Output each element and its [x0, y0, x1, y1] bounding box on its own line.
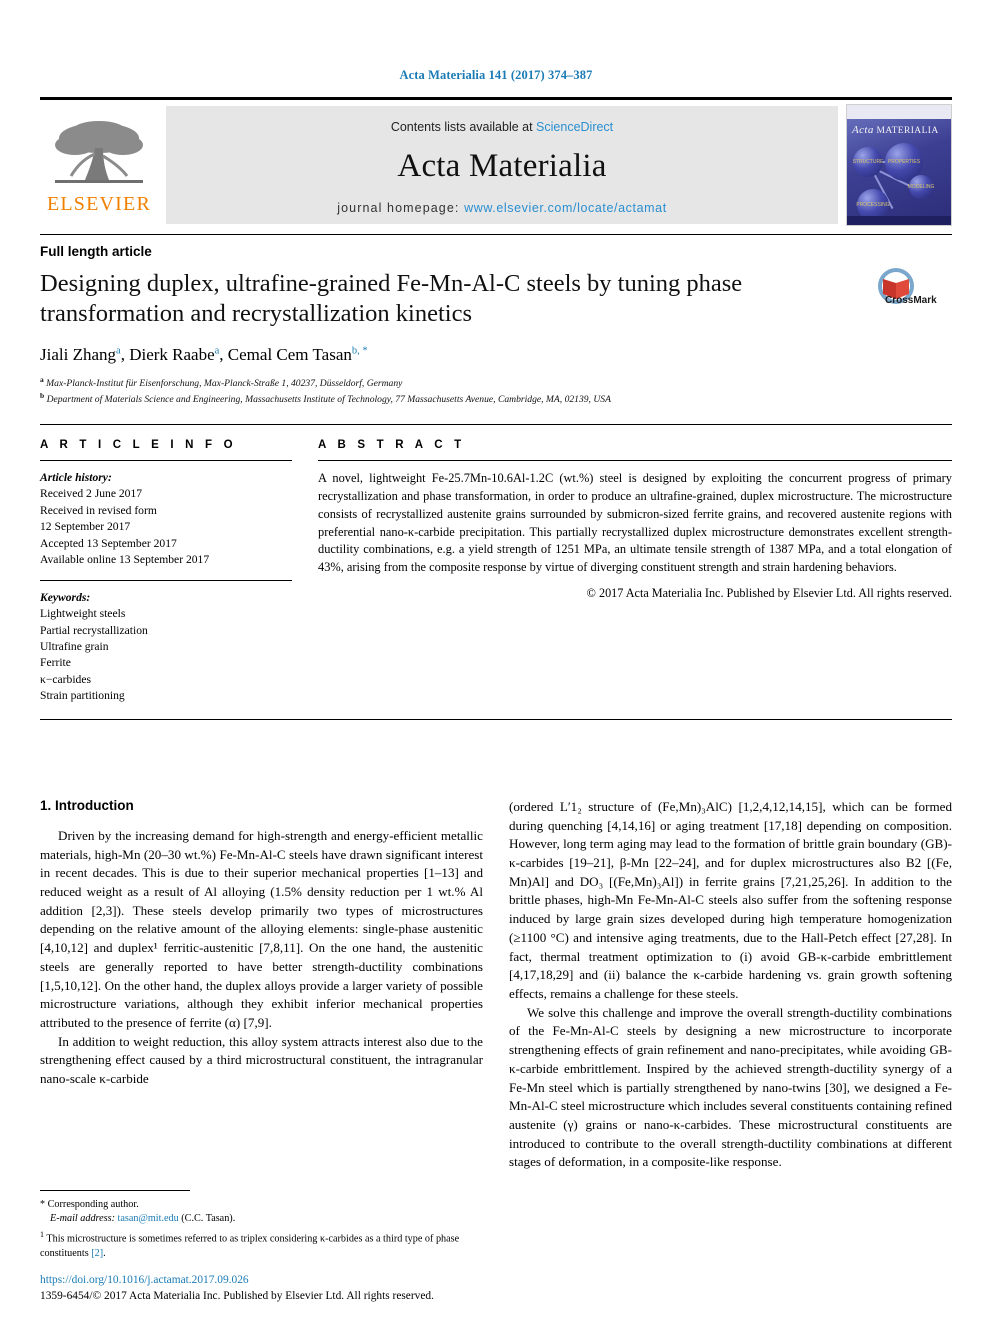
running-head: Acta Materialia 141 (2017) 374–387 [399, 68, 593, 82]
history-item: Accepted 13 September 2017 [40, 536, 177, 550]
page-title: Designing duplex, ultrafine-grained Fe-M… [40, 270, 743, 327]
author-affiliation-marker: a [214, 345, 220, 357]
footnote-divider [40, 1189, 190, 1191]
journal-homepage-link[interactable]: www.elsevier.com/locate/actamat [464, 201, 667, 215]
keyword-item: κ−carbides [40, 672, 92, 686]
abstract-column: A B S T R A C T A novel, lightweight Fe-… [318, 439, 952, 705]
divider [318, 459, 952, 461]
elsevier-wordmark: ELSEVIER [46, 193, 152, 215]
keyword-item: Ultrafine grain [40, 640, 109, 654]
cover-node: MODELING [908, 175, 934, 199]
affiliation-item: a Max-Planck-Institut für Eisenforschung… [40, 375, 952, 391]
title-block: Designing duplex, ultrafine-grained Fe-M… [40, 267, 952, 329]
paragraph: Driven by the increasing demand for high… [40, 827, 483, 1031]
cover-title-rest: MATERIALIA [876, 126, 939, 136]
doi-block: https://doi.org/10.1016/j.actamat.2017.0… [40, 1272, 540, 1305]
footnote-marker: 1 [40, 1229, 44, 1239]
contents-available-line: Contents lists available at ScienceDirec… [391, 120, 613, 134]
keyword-item: Ferrite [40, 656, 71, 670]
cover-bottom-strip [847, 216, 951, 225]
cover-title: Acta MATERIALIA [852, 124, 939, 136]
article-info-column: A R T I C L E I N F O Article history: R… [40, 439, 292, 705]
affiliation-marker: a [40, 374, 44, 384]
affiliation-text: Department of Materials Science and Engi… [46, 394, 611, 406]
affiliation-text: Max-Planck-Institut für Eisenforschung, … [46, 377, 403, 389]
body-column-left: 1. Introduction Driven by the increasing… [40, 798, 483, 1172]
author-affiliation-marker: b, * [351, 345, 368, 357]
author-name: Jiali Zhang [40, 344, 117, 364]
numbered-footnote: 1 This microstructure is sometimes refer… [40, 1229, 483, 1261]
author-name: Cemal Cem Tasan [227, 344, 352, 364]
keyword-item: Lightweight steels [40, 607, 126, 621]
email-owner: (C.C. Tasan). [181, 1213, 236, 1225]
section-heading-introduction: 1. Introduction [40, 797, 134, 813]
keyword-item: Partial recrystallization [40, 623, 148, 637]
journal-homepage-line: journal homepage: www.elsevier.com/locat… [337, 201, 667, 215]
corresponding-label: Corresponding author. [47, 1198, 139, 1210]
elsevier-tree-icon [55, 121, 143, 183]
issn-copyright-line: 1359-6454/© 2017 Acta Materialia Inc. Pu… [40, 1290, 434, 1303]
footnote-reference[interactable]: [2] [91, 1248, 103, 1259]
corresponding-marker: * [40, 1198, 46, 1210]
history-item: Received 2 June 2017 [40, 487, 143, 501]
footnote-block: * Corresponding author. E-mail address: … [40, 1189, 483, 1261]
affiliation-list: a Max-Planck-Institut für Eisenforschung… [40, 375, 952, 407]
divider [40, 459, 292, 461]
sciencedirect-link[interactable]: ScienceDirect [536, 120, 613, 134]
crossmark-label: CrossMark [885, 295, 937, 306]
article-history: Article history: Received 2 June 2017 Re… [40, 470, 292, 569]
article-type-label: Full length article [40, 234, 952, 259]
doi-link[interactable]: https://doi.org/10.1016/j.actamat.2017.0… [40, 1272, 540, 1289]
email-link[interactable]: tasan@mit.edu [118, 1213, 179, 1224]
article-info-heading: A R T I C L E I N F O [40, 438, 237, 451]
divider [40, 579, 292, 581]
paragraph: We solve this challenge and improve the … [509, 1004, 952, 1170]
journal-title: Acta Materialia [397, 147, 607, 184]
info-abstract-band: A R T I C L E I N F O Article history: R… [40, 423, 952, 705]
abstract-heading: A B S T R A C T [318, 438, 466, 451]
history-item: 12 September 2017 [40, 520, 131, 534]
keywords-list: Keywords: Lightweight steels Partial rec… [40, 590, 292, 705]
cover-title-italic: Acta [852, 124, 874, 136]
homepage-prefix: journal homepage: [337, 200, 465, 215]
paragraph: In addition to weight reduction, this al… [40, 1033, 483, 1087]
article-history-label: Article history: [40, 470, 112, 484]
corresponding-author-note: * Corresponding author. [40, 1198, 483, 1212]
elsevier-logo: ELSEVIER [40, 100, 158, 230]
masthead-center: Contents lists available at ScienceDirec… [166, 106, 838, 224]
paragraph: (ordered L′1₂ structure of (Fe,Mn)₃AlC) … [509, 798, 952, 1002]
footnote-text-end: . [103, 1247, 106, 1259]
history-item: Available online 13 September 2017 [40, 553, 210, 567]
contents-prefix: Contents lists available at [390, 119, 537, 134]
paper-page: Acta Materialia 141 (2017) 374–387 ELSEV… [0, 0, 992, 1323]
history-item: Received in revised form [40, 503, 157, 517]
affiliation-marker: b [40, 390, 45, 400]
cover-node: STRUCTURE [853, 147, 883, 177]
keywords-label: Keywords: [40, 590, 91, 604]
journal-cover-thumbnail: Acta MATERIALIA STRUCTURE PROPERTIES MOD… [846, 104, 952, 226]
crossmark-badge[interactable]: CrossMark [840, 267, 952, 310]
abstract-copyright: © 2017 Acta Materialia Inc. Published by… [586, 586, 952, 601]
body-columns: 1. Introduction Driven by the increasing… [40, 798, 952, 1172]
band-bottom-divider [40, 718, 952, 720]
keyword-item: Strain partitioning [40, 689, 125, 703]
author-list: Jiali Zhanga, Dierk Raabea, Cemal Cem Ta… [40, 344, 368, 364]
author-affiliation-marker: a [116, 345, 121, 357]
email-note: E-mail address: tasan@mit.edu (C.C. Tasa… [40, 1212, 483, 1226]
email-label: E-mail address: [50, 1213, 115, 1225]
affiliation-item: b Department of Materials Science and En… [40, 391, 952, 407]
author-name: Dierk Raabe [129, 344, 215, 364]
body-column-right: (ordered L′1₂ structure of (Fe,Mn)₃AlC) … [509, 798, 952, 1172]
abstract-body: A novel, lightweight Fe-25.7Mn-10.6Al-1.… [318, 470, 952, 575]
cover-top-strip [847, 105, 951, 119]
journal-masthead: ELSEVIER Contents lists available at Sci… [40, 97, 952, 230]
